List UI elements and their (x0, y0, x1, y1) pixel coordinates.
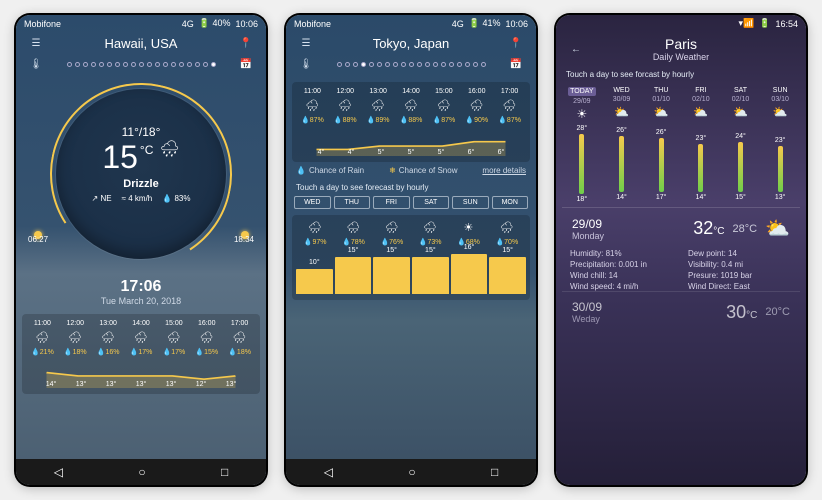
phone-paris: ▾📶 🔋 16:54 ← Paris Daily Weather Touch a… (556, 15, 806, 485)
back-button[interactable]: ◁ (324, 465, 333, 479)
calendar-icon[interactable]: 📅 (506, 59, 526, 70)
signal-indicator: 4G (182, 19, 194, 29)
home-button[interactable]: ○ (138, 465, 145, 479)
selected-lo: 28°C (733, 223, 758, 235)
phone-tokyo: Mobifone 4G 🔋 41% 10:06 ☰ Tokyo, Japan 📍… (286, 15, 536, 485)
weather-dial: 11°/18° 15°C 🌧 Drizzle ↗ NE ≈ 4 km/h 💧 8… (16, 74, 266, 274)
home-button[interactable]: ○ (408, 465, 415, 479)
selected-icon: ⛅ (765, 216, 790, 241)
clock: 16:54 (775, 19, 798, 29)
phone-hawaii: Mobifone 4G 🔋 40% 10:06 ☰ Hawaii, USA 📍 … (16, 15, 266, 485)
next-day-row[interactable]: 30/09 Weday 30°C 20°C (562, 291, 800, 332)
clock: 10:06 (505, 19, 528, 29)
day-tab[interactable]: SUN (452, 196, 489, 209)
more-details-link[interactable]: more details (482, 166, 526, 175)
thermometer-icon[interactable]: 🌡 (26, 59, 46, 70)
back-arrow-icon[interactable]: ← (566, 44, 586, 55)
daily-col[interactable]: THU01/10⛅26°17° (641, 87, 681, 203)
battery-icon: 🔋 (759, 18, 770, 29)
next-dayname: Weday (572, 314, 718, 324)
location-title[interactable]: Hawaii, USA (46, 36, 236, 51)
selected-hi: 32°C (693, 218, 724, 239)
local-date: Tue March 20, 2018 (16, 296, 266, 306)
day-tab[interactable]: MON (492, 196, 529, 209)
next-hi: 30°C (726, 302, 757, 323)
selected-details: Humidity: 81%Dew point: 14Precipitation:… (556, 249, 806, 291)
battery-level: 🔋 41% (469, 18, 501, 29)
page-subtitle: Daily Weather (586, 52, 776, 62)
hourly-forecast[interactable]: 11:0012:0013:0014:0015:0016:0017:00 🌧🌧🌧🌧… (292, 82, 530, 162)
menu-icon[interactable]: ☰ (296, 38, 316, 49)
daily-col[interactable]: TODAY29/09☀28°18° (562, 87, 602, 203)
day-tab[interactable]: SAT (413, 196, 450, 209)
touch-hint: Touch a day to see forcast by hourly (556, 66, 806, 83)
daily-grid[interactable]: TODAY29/09☀28°18°WED30/09⛅26°14°THU01/10… (556, 83, 806, 207)
daily-col[interactable]: WED30/09⛅26°14° (602, 87, 642, 203)
recent-button[interactable]: □ (221, 465, 228, 479)
day-tab[interactable]: FRI (373, 196, 410, 209)
next-date: 30/09 (572, 300, 718, 314)
page-dots[interactable] (324, 62, 498, 67)
location-pin-icon[interactable]: 📍 (236, 38, 256, 49)
wifi-icon: ▾📶 (739, 18, 755, 29)
page-dots[interactable] (54, 62, 228, 67)
recent-button[interactable]: □ (491, 465, 498, 479)
android-navbar[interactable]: ◁ ○ □ (286, 459, 536, 485)
day-tab[interactable]: THU (334, 196, 371, 209)
selected-dayname: Monday (572, 231, 685, 241)
location-pin-icon[interactable]: 📍 (506, 38, 526, 49)
legend-snow: ❄Chance of Snow (389, 166, 457, 175)
selected-day-row[interactable]: 29/09 Monday 32°C 28°C ⛅ (562, 207, 800, 249)
location-title: Paris (586, 36, 776, 52)
day-tabs[interactable]: WEDTHUFRISATSUNMON (286, 196, 536, 209)
location-title[interactable]: Tokyo, Japan (316, 36, 506, 51)
local-time: 17:06 (16, 278, 266, 296)
statusbar: Mobifone 4G 🔋 40% 10:06 (16, 15, 266, 32)
next-lo: 20°C (765, 306, 790, 318)
hourly-forecast[interactable]: 11:0012:0013:0014:0015:0016:0017:00 🌧🌧🌧🌧… (22, 314, 260, 394)
carrier: Mobifone (24, 19, 61, 29)
sunset-time: 18:34 (234, 235, 254, 244)
daily-col[interactable]: SAT02/10⛅24°15° (721, 87, 761, 203)
android-navbar[interactable]: ◁ ○ □ (16, 459, 266, 485)
thermometer-icon[interactable]: 🌡 (296, 59, 316, 70)
calendar-icon[interactable]: 📅 (236, 59, 256, 70)
day-tab[interactable]: WED (294, 196, 331, 209)
legend-rain: 💧Chance of Rain (296, 166, 364, 175)
signal-indicator: 4G (452, 19, 464, 29)
battery-level: 🔋 40% (199, 18, 231, 29)
menu-icon[interactable]: ☰ (26, 38, 46, 49)
touch-hint: Touch a day to see forecast by hourly (286, 179, 536, 196)
statusbar: ▾📶 🔋 16:54 (556, 15, 806, 32)
clock: 10:06 (235, 19, 258, 29)
back-button[interactable]: ◁ (54, 465, 63, 479)
legend: 💧Chance of Rain ❄Chance of Snow more det… (286, 162, 536, 179)
daily-col[interactable]: SUN03/10⛅23°13° (760, 87, 800, 203)
daily-col[interactable]: FRI02/10⛅23°14° (681, 87, 721, 203)
sun-arc (33, 66, 249, 282)
daily-bars[interactable]: 🌧🌧🌧🌧☀🌧 💧97%💧78%💧76%💧73%💧68%💧70% 10°15°15… (292, 215, 530, 300)
selected-date: 29/09 (572, 217, 685, 231)
statusbar: Mobifone 4G 🔋 41% 10:06 (286, 15, 536, 32)
carrier: Mobifone (294, 19, 331, 29)
sunrise-time: 06:27 (28, 235, 48, 244)
